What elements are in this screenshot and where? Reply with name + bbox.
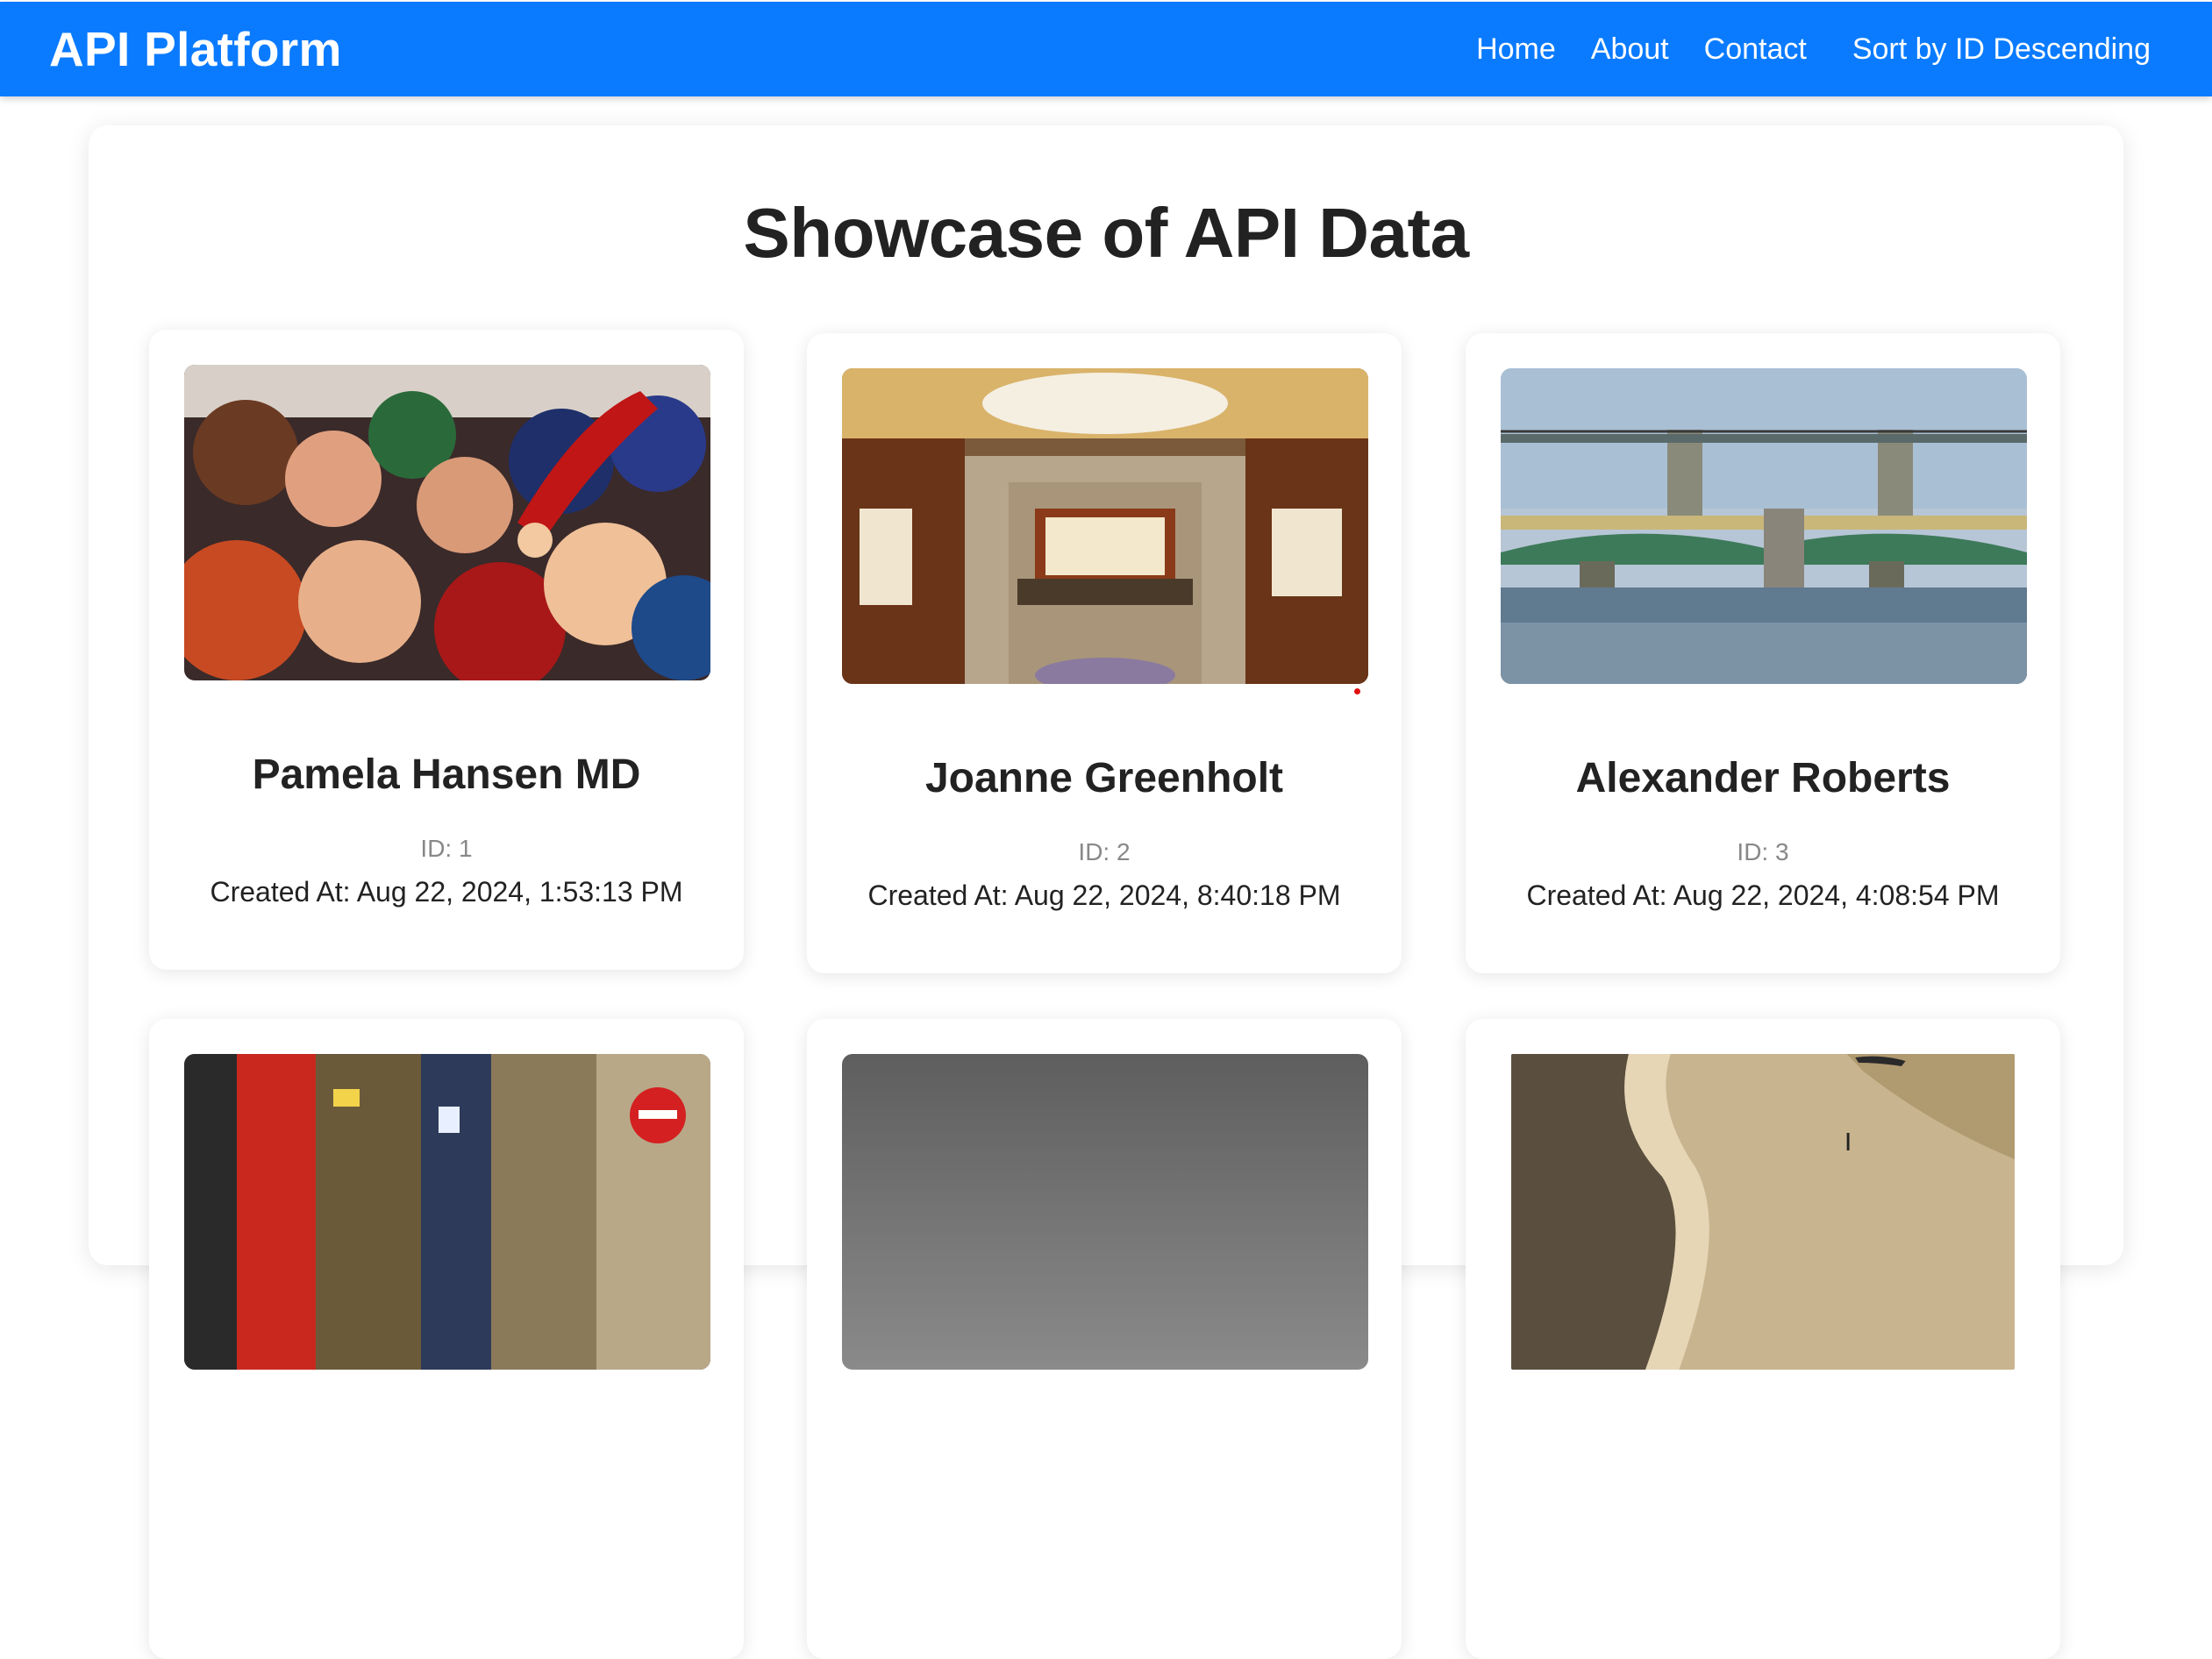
data-card[interactable]: [807, 1019, 1402, 1659]
crowd-photo: [184, 365, 710, 680]
card-name: Joanne Greenholt: [924, 755, 1284, 801]
card-created-at: Created At: Aug 22, 2024, 4:08:54 PM: [1526, 879, 2000, 911]
data-card[interactable]: Pamela Hansen MD ID: 1 Created At: Aug 2…: [149, 330, 744, 970]
nav-link-contact[interactable]: Contact: [1704, 30, 1807, 68]
nav-links: Home About Contact Sort by ID Descending: [1441, 30, 2151, 68]
nav-link-home[interactable]: Home: [1476, 30, 1556, 68]
sort-by-id-button[interactable]: Sort by ID Descending: [1852, 30, 2151, 68]
card-name: Alexander Roberts: [1575, 755, 1951, 801]
card-name: Pamela Hansen MD: [252, 751, 641, 798]
card-created-at: Created At: Aug 22, 2024, 8:40:18 PM: [867, 879, 1341, 911]
data-card[interactable]: Joanne Greenholt ID: 2 Created At: Aug 2…: [807, 333, 1402, 973]
red-dot-marker: [1354, 688, 1360, 694]
grey-sky-photo: [842, 1054, 1368, 1370]
london-bridge-photo: [1501, 368, 2027, 684]
card-created-at: Created At: Aug 22, 2024, 1:53:13 PM: [210, 876, 683, 908]
tokyo-street-photo: [184, 1054, 710, 1370]
data-card[interactable]: [1466, 1019, 2060, 1659]
data-card[interactable]: [149, 1019, 744, 1659]
nav-link-about[interactable]: About: [1591, 30, 1669, 68]
card-id: ID: 2: [1078, 838, 1131, 865]
brand-logo[interactable]: API Platform: [49, 21, 342, 77]
hotel-lobby-photo: [842, 368, 1368, 684]
page-title: Showcase of API Data: [743, 194, 1469, 272]
card-id: ID: 1: [420, 835, 473, 862]
top-navbar: API Platform Home About Contact Sort by …: [0, 2, 2212, 96]
beach-photo: [1511, 1054, 2015, 1370]
data-card[interactable]: Alexander Roberts ID: 3 Created At: Aug …: [1466, 333, 2060, 973]
card-id: ID: 3: [1737, 838, 1789, 865]
